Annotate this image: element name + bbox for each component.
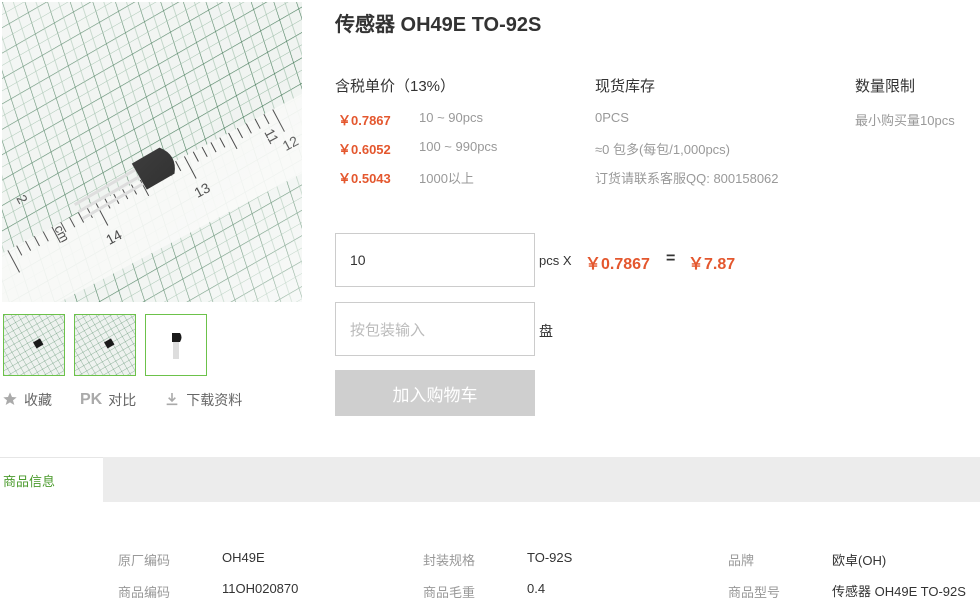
price-range-1: 10 ~ 90pcs	[419, 110, 483, 125]
star-icon	[2, 391, 18, 410]
pack-input[interactable]: 按包装输入	[335, 302, 535, 356]
product-photo: 14 13 12 11 2 cm	[2, 2, 302, 302]
favorite-label: 收藏	[24, 392, 52, 408]
spec-value: 11OH020870	[222, 581, 299, 596]
tab-bar	[0, 457, 980, 502]
spec-key: 商品毛重	[423, 585, 476, 598]
favorite-button[interactable]: 收藏	[2, 390, 52, 410]
spec-value: 0.4	[527, 581, 546, 596]
quantity-input[interactable]: 10	[335, 233, 535, 287]
spec-value: 欧卓(OH)	[832, 553, 887, 568]
price-range-2: 100 ~ 990pcs	[419, 139, 498, 154]
compare-label: 对比	[108, 392, 137, 408]
spec-key: 封装规格	[423, 553, 476, 568]
limit-header: 数量限制	[855, 78, 916, 95]
spec-key: 商品型号	[728, 585, 781, 598]
main-product-image[interactable]: 14 13 12 11 2 cm	[2, 2, 302, 302]
stock-header: 现货库存	[595, 78, 656, 95]
total-price: ￥7.87	[688, 256, 736, 273]
stock-packs: ≈0 包多(每包/1,000pcs)	[595, 142, 731, 157]
spec-value: TO-92S	[527, 550, 573, 565]
price-header: 含税单价（13%）	[335, 78, 456, 95]
equals-sign: =	[666, 250, 676, 267]
unit-label: pcs X	[539, 253, 572, 268]
pk-icon: PK	[80, 391, 103, 408]
unit-price: ￥0.7867	[585, 256, 650, 273]
thumbnail-3[interactable]	[145, 314, 207, 376]
tab-product-info[interactable]: 商品信息	[0, 457, 103, 502]
price-tier-2: ￥0.6052	[338, 142, 391, 157]
download-datasheet-button[interactable]: 下载资料	[164, 390, 242, 410]
stock-contact: 订货请联系客服QQ: 800158062	[595, 171, 779, 186]
stock-qty: 0PCS	[595, 110, 629, 125]
spec-key: 品牌	[728, 553, 755, 568]
spec-key: 原厂编码	[118, 553, 171, 568]
thumbnail-2[interactable]	[74, 314, 136, 376]
min-order: 最小购买量10pcs	[855, 113, 955, 128]
download-icon	[164, 391, 180, 410]
price-range-3: 1000以上	[419, 171, 474, 186]
spec-value: OH49E	[222, 550, 265, 565]
product-actions: 收藏 PK 对比 下载资料	[2, 390, 270, 410]
spec-key: 商品编码	[118, 585, 171, 598]
pack-unit-label: 盘	[539, 323, 553, 339]
price-tier-3: ￥0.5043	[338, 171, 391, 186]
product-title: 传感器 OH49E TO-92S	[335, 14, 542, 36]
thumbnail-1[interactable]	[3, 314, 65, 376]
download-label: 下载资料	[186, 392, 243, 408]
compare-button[interactable]: PK 对比	[80, 390, 136, 410]
spec-value: 传感器 OH49E TO-92S	[832, 584, 966, 598]
price-tier-1: ￥0.7867	[338, 113, 391, 128]
add-to-cart-button[interactable]: 加入购物车	[335, 370, 535, 416]
